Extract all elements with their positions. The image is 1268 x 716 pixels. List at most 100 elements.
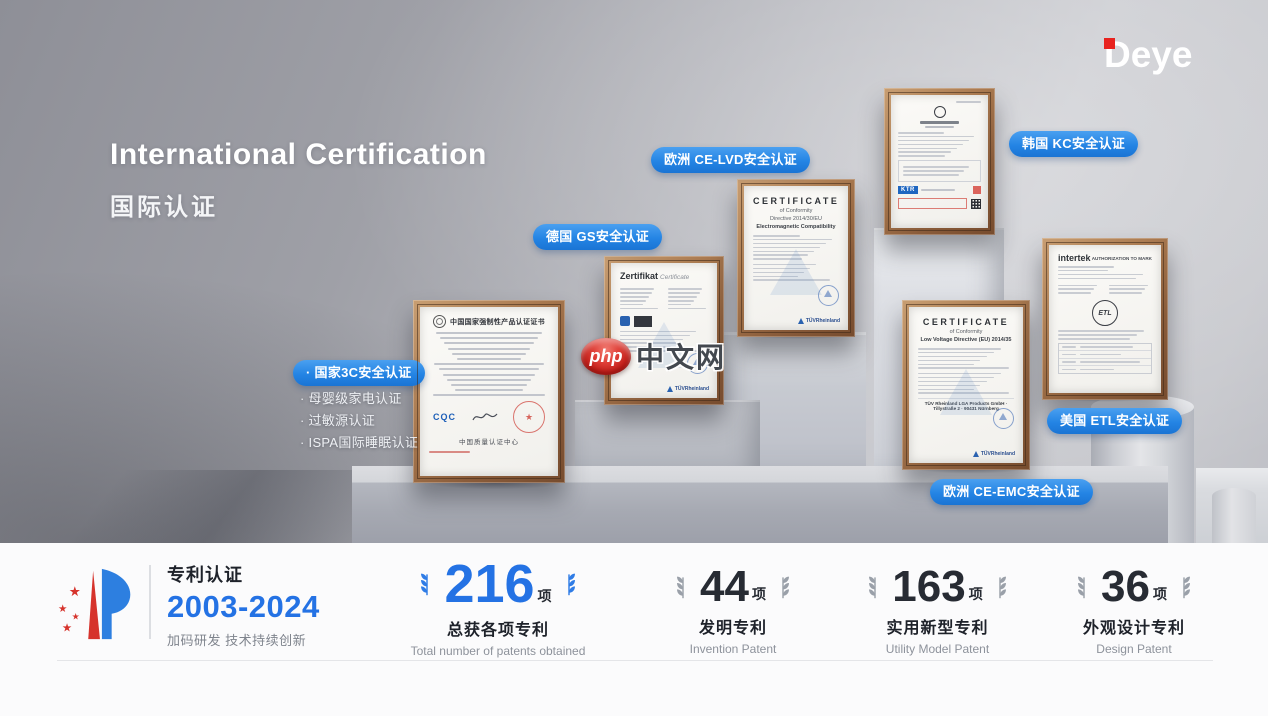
certificate-ce-lvd: CERTIFICATE of Conformity Directive 2014… <box>737 179 855 337</box>
tuv-logo-text: TÜVRheinland <box>806 318 840 324</box>
laurel-left-icon <box>1076 575 1092 599</box>
laurel-left-icon <box>675 575 691 599</box>
certificate-subtitle: of Conformity <box>753 208 839 214</box>
certificate-title: CERTIFICATE <box>918 317 1014 327</box>
ktr-red-seal-icon <box>973 186 981 194</box>
certificate-directive: Directive 2014/30/EU <box>753 216 839 222</box>
horizontal-divider <box>57 660 1213 661</box>
certificate-title-line <box>920 121 958 124</box>
certificate-note-box <box>898 160 981 182</box>
certificate-gs-subtitle: Certificate <box>660 274 689 281</box>
certificate-kc-paper: KTR <box>891 95 988 228</box>
blue-seal-icon <box>818 285 839 306</box>
certificate-title: CERTIFICATE <box>753 196 839 206</box>
stat-value: 163 <box>892 565 965 609</box>
etl-mark-text: ETL <box>1098 310 1111 317</box>
intertek-logo-text: intertek <box>1058 253 1091 263</box>
cqc-mark: CQC <box>433 412 456 422</box>
page: International Certification 国际认证 Deye 中国… <box>0 0 1268 716</box>
tuv-logo-icon <box>973 451 979 457</box>
certificate-text-lines <box>918 348 1014 369</box>
stat-unit: 项 <box>752 584 766 609</box>
gs-mark-icon <box>620 316 630 326</box>
signature-icon <box>472 411 498 423</box>
certificate-etl-paper: intertek AUTHORIZATION TO MARK ETL <box>1049 245 1161 393</box>
stat-label-zh: 外观设计专利 <box>1043 614 1225 638</box>
certificate-number-stamp <box>429 451 470 453</box>
blue-seal-icon <box>993 408 1014 429</box>
stat-label-en: Utility Model Patent <box>845 642 1030 656</box>
deye-logo: Deye <box>1104 32 1220 78</box>
certificate-text-lines <box>429 332 549 396</box>
stat-invention-patent: 44项 发明专利 Invention Patent <box>643 565 823 656</box>
certificate-subtitle-line <box>925 126 953 128</box>
svg-text:★: ★ <box>58 603 68 615</box>
stat-label-en: Invention Patent <box>643 642 823 656</box>
tuv-logo-text: TÜVRheinland <box>675 386 709 392</box>
certificate-ce-lvd-paper: CERTIFICATE of Conformity Directive 2014… <box>744 186 848 330</box>
ccc-mark-icon <box>433 315 446 328</box>
laurel-right-icon <box>561 572 577 596</box>
tuv-triangle-watermark-icon <box>940 369 992 415</box>
ktr-text-line <box>921 189 955 191</box>
patent-years: 2003-2024 <box>167 589 320 625</box>
certificate-3c: 中国国家强制性产品认证证书 CQC ★ 中国质量认证中心 <box>413 300 565 483</box>
stat-value: 36 <box>1101 565 1150 609</box>
certificate-3c-title: 中国国家强制性产品认证证书 <box>450 317 545 327</box>
patent-tagline: 加码研发 技术持续创新 <box>167 630 320 649</box>
php-badge-icon: php <box>581 338 631 375</box>
pedestal-gs <box>575 400 760 470</box>
stat-design-patent: 36项 外观设计专利 Design Patent <box>1043 565 1225 656</box>
certificate-gs: ZertifikatCertificate TÜVRheinland <box>604 256 724 405</box>
certificate-3c-issuer: 中国质量认证中心 <box>429 436 549 446</box>
label-3c-sub-2: · 过敏源认证 <box>300 410 375 429</box>
laurel-right-icon <box>992 575 1008 599</box>
stat-unit: 项 <box>1153 584 1167 609</box>
stat-label-zh: 总获各项专利 <box>398 616 598 640</box>
certificate-ce-emc: CERTIFICATE of Conformity Low Voltage Di… <box>902 300 1030 470</box>
stat-label-zh: 实用新型专利 <box>845 614 1030 638</box>
certificate-3c-paper: 中国国家强制性产品认证证书 CQC ★ 中国质量认证中心 <box>420 307 558 476</box>
stat-utility-model-patent: 163项 实用新型专利 Utility Model Patent <box>845 565 1030 656</box>
authorization-to-mark-text: AUTHORIZATION TO MARK <box>1092 256 1152 261</box>
label-3c: · 国家3C安全认证 <box>293 360 425 386</box>
certificate-scope: Electromagnetic Compatibility <box>753 224 839 230</box>
page-title-en: International Certification <box>110 138 487 172</box>
certificate-text-lines <box>1058 330 1152 339</box>
svg-text:★: ★ <box>62 621 73 634</box>
certificate-number-line <box>956 101 981 103</box>
label-kc: 韩国 KC安全认证 <box>1009 131 1138 157</box>
stat-total-patents: 216项 总获各项专利 Total number of patents obta… <box>398 557 598 658</box>
certificate-text-lines <box>1109 282 1152 296</box>
tuv-logo-text: TÜVRheinland <box>981 451 1015 457</box>
certificate-text-lines <box>898 132 981 157</box>
php-cn-watermark: php 中文网 <box>581 336 726 376</box>
certificate-text-lines <box>1058 282 1101 296</box>
etl-mark-icon: ETL <box>1092 300 1118 326</box>
label-3c-sub-1: · 母婴级家电认证 <box>300 388 402 407</box>
stage-backdrop: International Certification 国际认证 Deye 中国… <box>0 0 1268 543</box>
certificate-table <box>1058 343 1152 374</box>
deye-logo-red-dot-icon <box>1104 38 1115 49</box>
certificate-kc: KTR <box>884 88 995 235</box>
label-3c-sub-3: · ISPA国际睡眠认证 <box>300 432 418 451</box>
certificate-subtitle: of Conformity <box>918 329 1014 335</box>
certificate-ce-emc-paper: CERTIFICATE of Conformity Low Voltage Di… <box>909 307 1023 463</box>
qr-code-icon <box>971 199 981 209</box>
patent-header-block: ★ ★ ★ ★ 专利认证 2003-2024 加码研发 技术持续创新 <box>57 561 320 649</box>
stat-label-en: Total number of patents obtained <box>398 644 598 658</box>
stat-value: 44 <box>700 565 749 609</box>
tuv-logo-icon <box>667 386 673 392</box>
stat-label-zh: 发明专利 <box>643 614 823 638</box>
label-gs: 德国 GS安全认证 <box>533 224 662 250</box>
stat-value: 216 <box>444 557 534 611</box>
svg-text:★: ★ <box>72 612 80 622</box>
kc-mark-icon <box>934 106 946 118</box>
certificate-etl: intertek AUTHORIZATION TO MARK ETL <box>1042 238 1168 400</box>
patents-section: ★ ★ ★ ★ 专利认证 2003-2024 加码研发 技术持续创新 216项 … <box>0 543 1268 716</box>
certificate-gs-paper: ZertifikatCertificate TÜVRheinland <box>611 263 717 398</box>
kc-red-stamp-box <box>898 198 967 209</box>
certificate-text-lines <box>620 286 660 312</box>
stat-unit: 项 <box>969 584 983 609</box>
patent-section-title: 专利认证 <box>167 561 320 587</box>
